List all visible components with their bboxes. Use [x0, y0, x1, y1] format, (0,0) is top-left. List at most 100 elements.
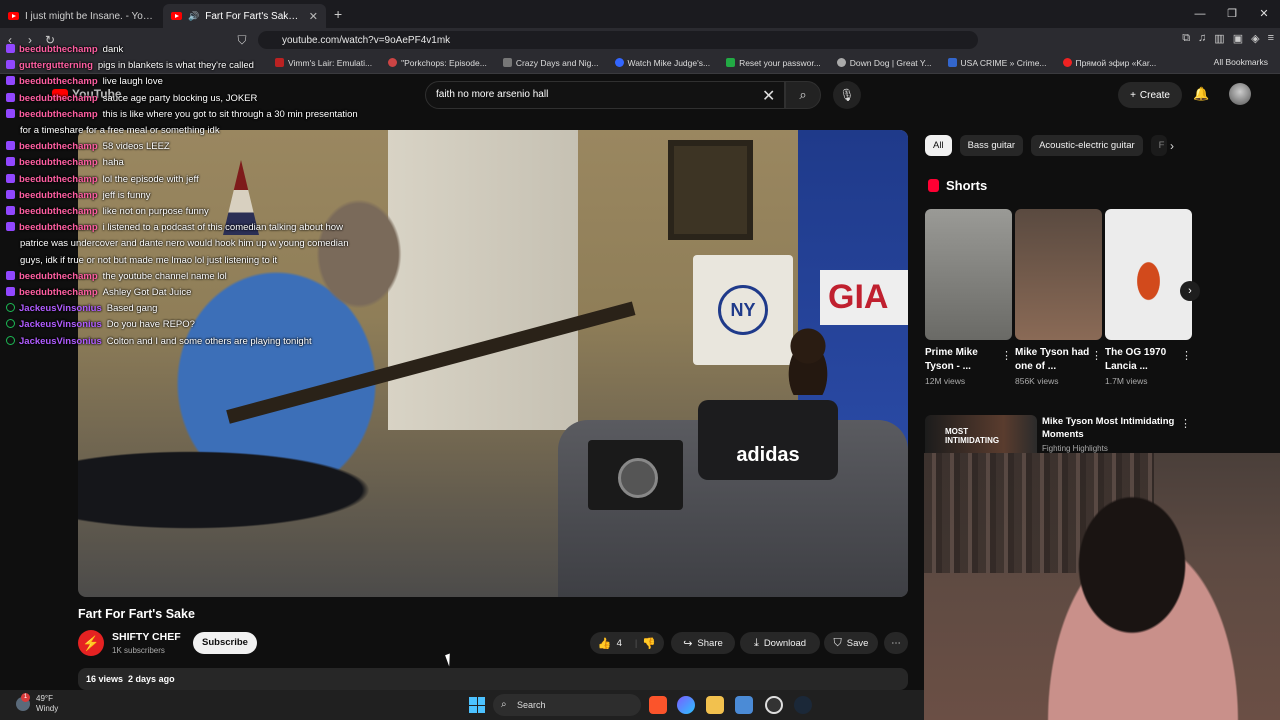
- weather-widget[interactable]: 49°F Windy: [16, 693, 58, 714]
- sidebar-icon[interactable]: ▥: [1214, 32, 1224, 45]
- extensions-icon[interactable]: ⧉: [1182, 32, 1190, 45]
- close-tab-icon[interactable]: ✕: [309, 10, 318, 23]
- notepad-icon[interactable]: [735, 696, 753, 714]
- short-thumbnail[interactable]: [1105, 209, 1192, 340]
- related-chips: All Bass guitar Acoustic-electric guitar…: [925, 135, 1167, 156]
- download-button[interactable]: ⤓ Download: [740, 632, 820, 654]
- like-button[interactable]: 👍: [598, 637, 612, 650]
- search-input[interactable]: faith no more arsenio hall: [425, 81, 785, 109]
- chat-username: beedubthechamp: [19, 270, 98, 282]
- chat-message: beedubthechamp sauce age party blocking u…: [6, 91, 406, 107]
- share-button[interactable]: ↪ Share: [671, 632, 735, 654]
- stream-chat-overlay: beedubthechamp dank guttergutterning pigs i…: [6, 42, 406, 350]
- bookmark-item[interactable]: Прямой эфир «Kar...: [1062, 58, 1156, 68]
- bookmark-item[interactable]: Crazy Days and Nig...: [502, 58, 599, 68]
- minimize-button[interactable]: —: [1184, 0, 1216, 28]
- bookmark-item[interactable]: Down Dog | Great Y...: [836, 58, 932, 68]
- browser-tab[interactable]: I just might be Insane. - YouTube: [0, 4, 163, 28]
- short-card[interactable]: The OG 1970 Lancia ... 1.7M views ⋮: [1105, 209, 1192, 386]
- bookmark-item[interactable]: Watch Mike Judge's...: [614, 58, 710, 68]
- subscribe-button[interactable]: Subscribe: [193, 632, 257, 654]
- notifications-bell-icon[interactable]: 🔔: [1193, 86, 1209, 102]
- shorts-next-chevron-icon[interactable]: ›: [1180, 281, 1200, 301]
- browser-tab-bar: I just might be Insane. - YouTube 🔊 Fart…: [0, 0, 1280, 28]
- chat-text: patrice was undercover and dante nero wo…: [20, 238, 349, 250]
- shorts-heading: Shorts: [928, 178, 987, 193]
- recommended-thumbnail[interactable]: MOST INTIMIDATING: [925, 415, 1037, 455]
- short-menu-icon[interactable]: ⋮: [1001, 349, 1012, 362]
- chat-username: JackeusVinsonius: [19, 303, 102, 315]
- steam-icon[interactable]: [794, 696, 812, 714]
- chat-badge-icon: [6, 44, 15, 53]
- short-menu-icon[interactable]: ⋮: [1091, 349, 1102, 362]
- search-button[interactable]: ⌕: [785, 81, 821, 109]
- brave-browser-icon[interactable]: [649, 696, 667, 714]
- clear-search-icon[interactable]: ✕: [762, 86, 775, 106]
- more-actions-button[interactable]: ⋯: [884, 632, 908, 654]
- channel-name[interactable]: SHIFTY CHEF: [112, 631, 181, 643]
- vpn-icon[interactable]: ◈: [1251, 32, 1259, 45]
- menu-icon[interactable]: ≡: [1268, 32, 1274, 45]
- chat-text: like not on purpose funny: [102, 206, 209, 218]
- weather-icon: [16, 693, 30, 711]
- recommended-menu-icon[interactable]: ⋮: [1180, 417, 1191, 430]
- chat-text: guys, idk if true or not but made me lma…: [20, 254, 278, 266]
- short-title[interactable]: Mike Tyson had one of ...: [1015, 346, 1090, 374]
- dislike-button[interactable]: 👎: [642, 637, 656, 650]
- video-description-box[interactable]: 16 views 2 days ago: [78, 668, 908, 690]
- chat-badge-icon: [6, 319, 15, 329]
- chat-message: JackeusVinsonius Based gang: [6, 301, 406, 317]
- taskbar-search[interactable]: ⌕ Search: [493, 694, 641, 716]
- media-icon[interactable]: ♫: [1198, 32, 1206, 45]
- short-card[interactable]: Prime Mike Tyson - ... 12M views ⋮: [925, 209, 1012, 386]
- short-thumbnail[interactable]: [925, 209, 1012, 340]
- chat-text: dank: [102, 44, 124, 55]
- browser-tab-active[interactable]: 🔊 Fart For Fart's Sake - YouTube ✕: [163, 4, 326, 28]
- chat-message: beedubthechamp haha: [6, 155, 406, 171]
- chat-username: beedubthechamp: [19, 157, 98, 169]
- chip-bass-guitar[interactable]: Bass guitar: [959, 135, 1024, 156]
- chip-acoustic-electric-guitar[interactable]: Acoustic-electric guitar: [1031, 135, 1143, 156]
- chips-next-chevron-icon[interactable]: ›: [1170, 139, 1174, 153]
- chat-badge-icon: [6, 206, 15, 216]
- file-explorer-icon[interactable]: [706, 696, 724, 714]
- restore-button[interactable]: ❐: [1216, 0, 1248, 28]
- save-button[interactable]: ⛉ Save: [824, 632, 878, 654]
- all-bookmarks-button[interactable]: All Bookmarks: [1214, 57, 1268, 67]
- chat-message: JackeusVinsonius Colton and I and some ot…: [6, 334, 406, 350]
- copilot-icon[interactable]: [677, 696, 695, 714]
- chat-message: beedubthechamp 58 videos LEEZ: [6, 139, 406, 155]
- account-avatar[interactable]: [1229, 83, 1251, 105]
- chat-username: beedubthechamp: [19, 44, 98, 55]
- obs-icon[interactable]: [765, 696, 783, 714]
- recommended-video[interactable]: MOST INTIMIDATING Mike Tyson Most Intimi…: [925, 415, 1193, 455]
- chat-text: pigs in blankets is what they're called: [97, 60, 254, 72]
- voice-search-button[interactable]: 🎙: [833, 81, 861, 109]
- chip-all[interactable]: All: [925, 135, 952, 156]
- chat-message: beedubthechamp the youtube channel name l…: [6, 269, 406, 285]
- speaker-icon: 🔊: [188, 10, 200, 21]
- wallet-icon[interactable]: ▣: [1233, 32, 1243, 45]
- short-thumbnail[interactable]: [1015, 209, 1102, 340]
- start-button[interactable]: [469, 697, 485, 713]
- create-button[interactable]: + Create: [1118, 82, 1182, 108]
- short-title[interactable]: Prime Mike Tyson - ...: [925, 346, 1000, 374]
- short-views: 12M views: [925, 376, 966, 386]
- search-icon: ⌕: [501, 699, 507, 710]
- close-window-button[interactable]: ✕: [1248, 0, 1280, 28]
- new-tab-button[interactable]: +: [334, 6, 342, 22]
- recommended-title[interactable]: Mike Tyson Most Intimidating Moments: [1042, 415, 1182, 441]
- video-scene-frame: [668, 140, 753, 240]
- bookmark-item[interactable]: USA CRIME » Crime...: [947, 58, 1047, 68]
- short-menu-icon[interactable]: ⋮: [1181, 349, 1192, 362]
- chat-username: JackeusVinsonius: [19, 319, 102, 331]
- channel-avatar[interactable]: ⚡: [78, 630, 104, 656]
- short-title[interactable]: The OG 1970 Lancia ...: [1105, 346, 1180, 374]
- recommended-channel[interactable]: Fighting Highlights: [1042, 444, 1108, 453]
- bookmark-item[interactable]: Reset your passwor...: [726, 58, 821, 68]
- thumbnail-text: MOST INTIMIDATING: [945, 427, 1000, 445]
- short-card[interactable]: Mike Tyson had one of ... 856K views ⋮: [1015, 209, 1102, 386]
- video-title: Fart For Fart's Sake: [78, 607, 195, 621]
- chip-partial[interactable]: F: [1150, 135, 1167, 156]
- subscriber-count: 1K subscribers: [112, 646, 165, 655]
